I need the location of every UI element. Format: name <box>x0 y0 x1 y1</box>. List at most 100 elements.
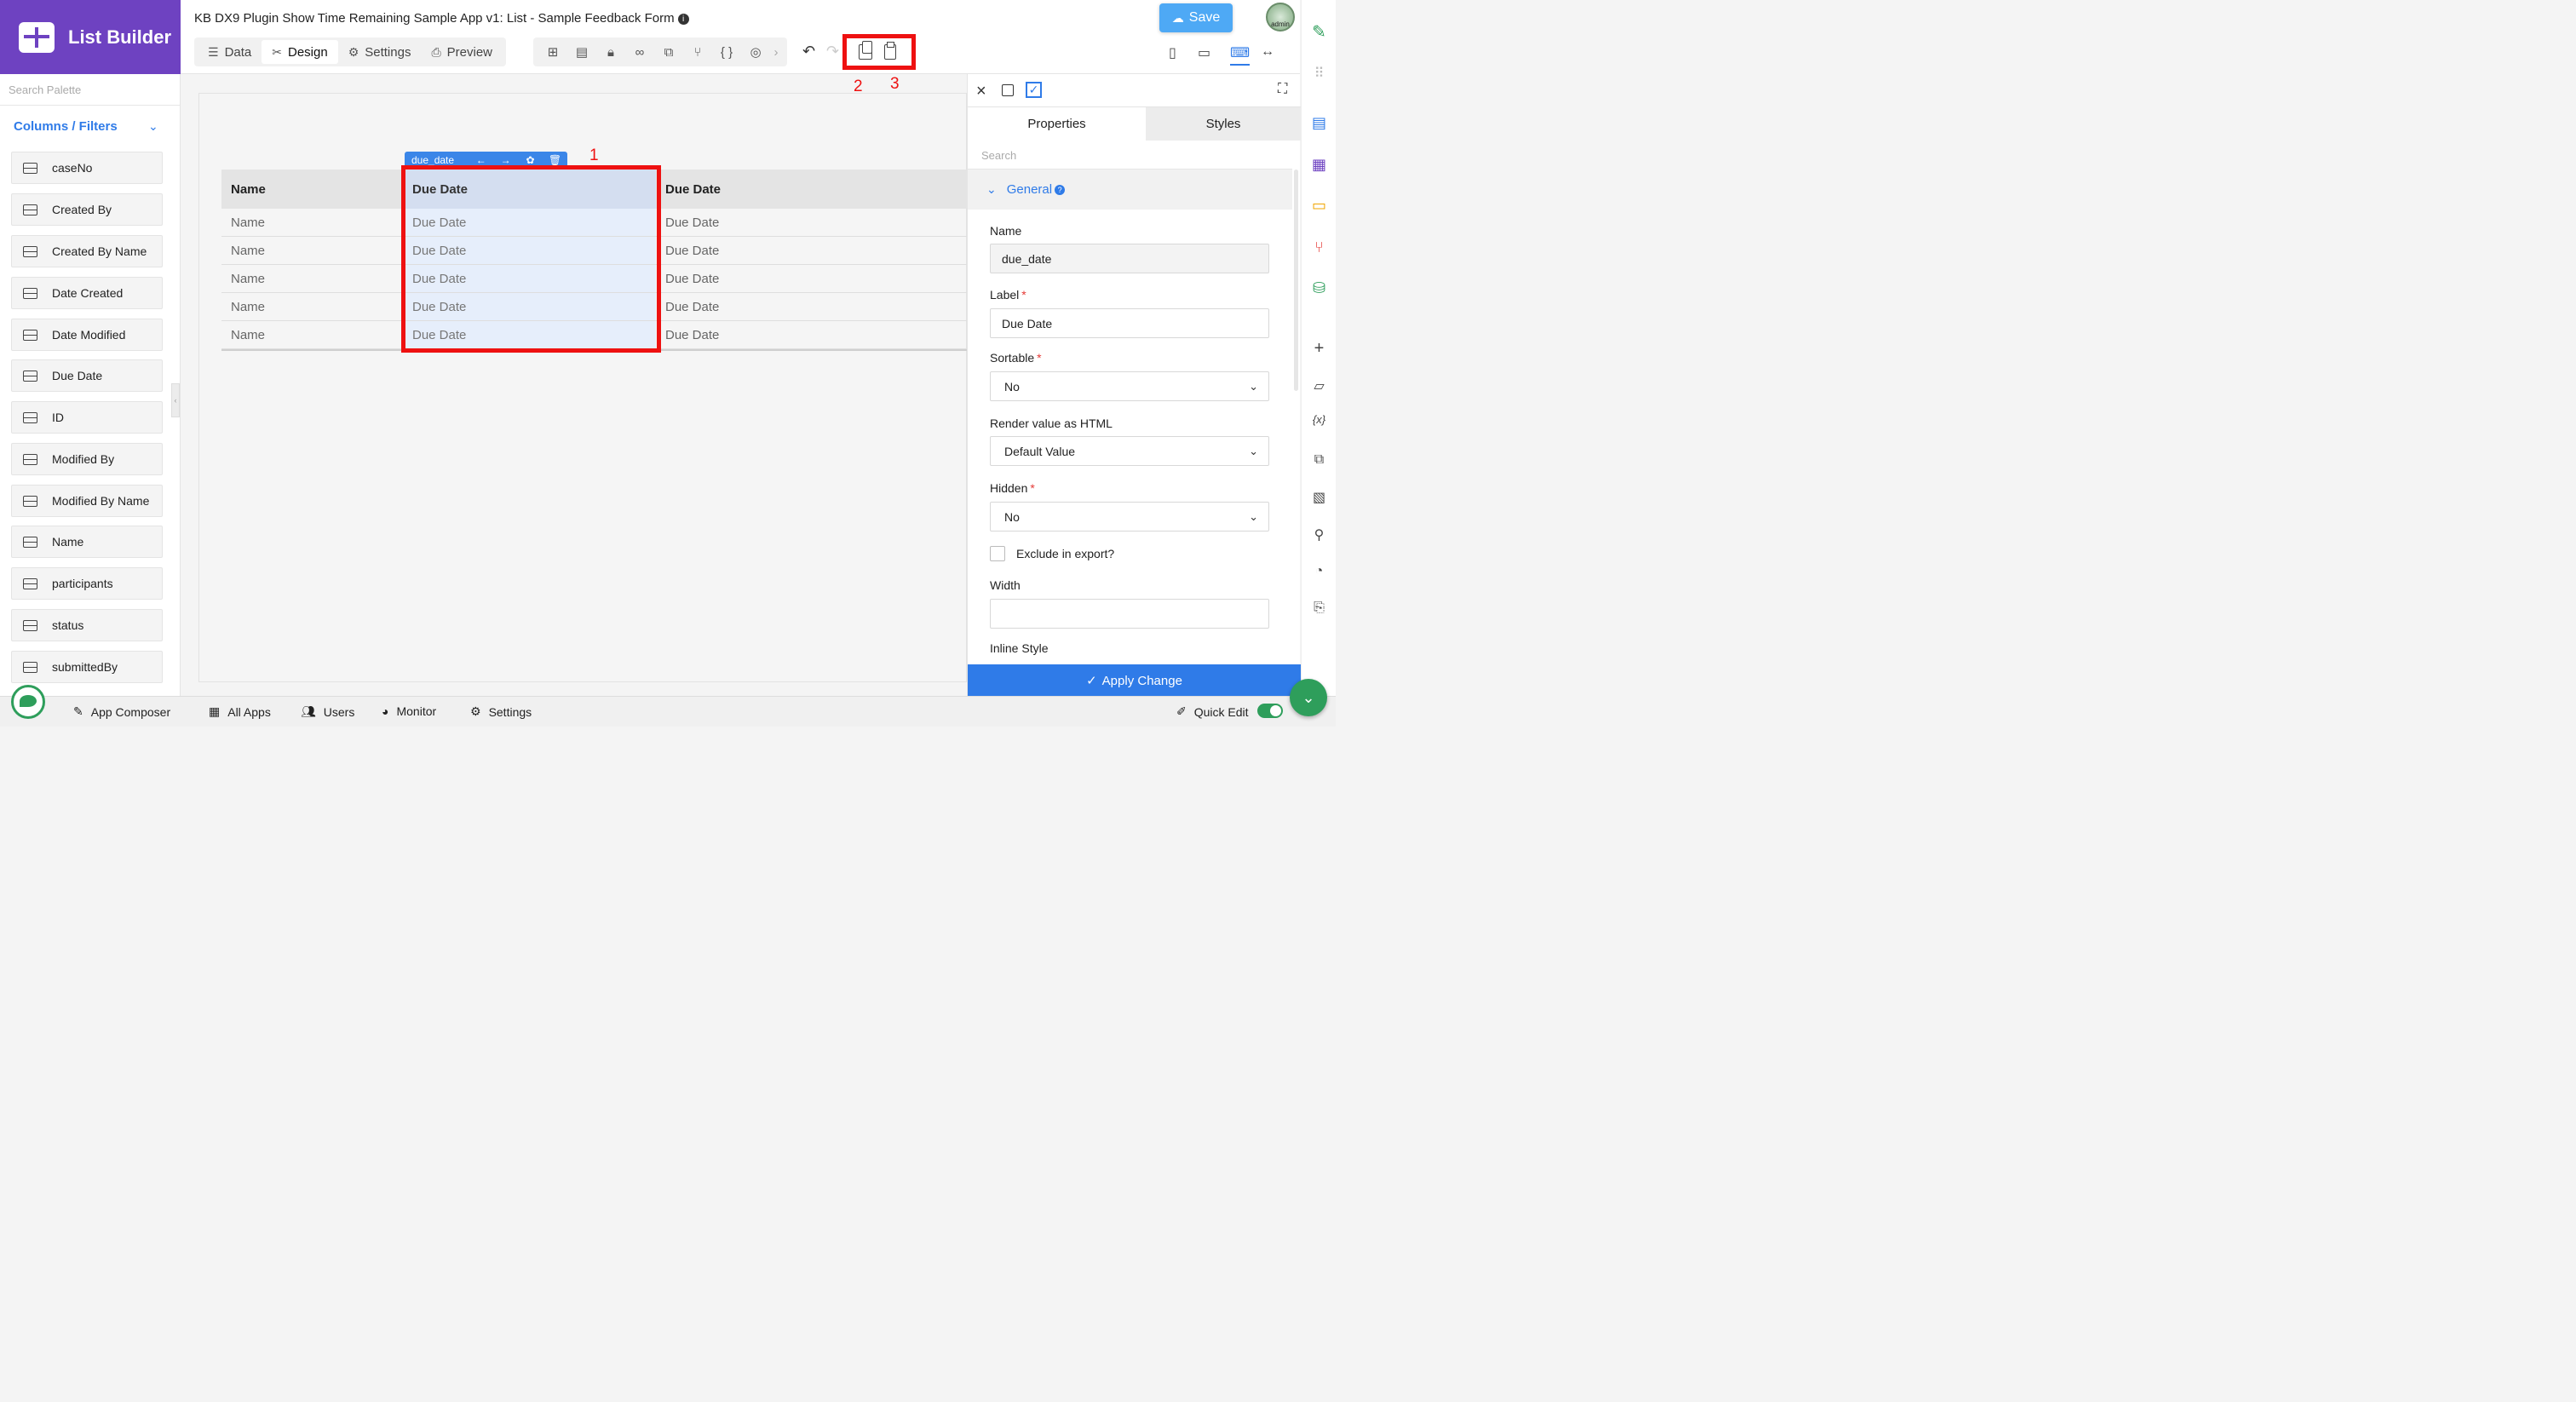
quick-edit-toggle[interactable] <box>1257 704 1283 718</box>
monitor-link[interactable]: ◕ Monitor <box>382 704 436 718</box>
palette-item[interactable]: status <box>11 609 163 641</box>
palette-search-input[interactable]: Search Palette <box>9 83 81 96</box>
table-column[interactable]: Name Name Name Name Name Name <box>221 170 403 349</box>
full-width-icon[interactable]: ↔ <box>1261 44 1274 60</box>
userview-builder-icon[interactable]: ▭ <box>1302 197 1337 215</box>
palette-item[interactable]: Date Modified <box>11 319 163 351</box>
properties-scrollbar[interactable] <box>1294 170 1298 391</box>
delete-icon[interactable]: 🗑︎ <box>543 154 567 166</box>
users-link[interactable]: 👥︎ Users <box>301 704 354 719</box>
camera-icon[interactable]: ◎ <box>741 44 770 60</box>
form-builder-icon[interactable]: ▤ <box>1302 114 1337 132</box>
sortable-select[interactable]: No ⌄ <box>990 371 1269 401</box>
selected-column-highlight <box>401 165 661 353</box>
sitemap-icon[interactable]: ⊞ <box>538 44 567 60</box>
info-icon[interactable]: i <box>677 14 689 25</box>
save-button[interactable]: ☁ Save <box>1159 3 1233 32</box>
code-braces-icon[interactable]: { } <box>712 45 741 60</box>
list-builder-icon[interactable]: ▦ <box>1302 156 1337 174</box>
tab-design[interactable]: ✂ Design <box>262 40 338 64</box>
edit-icon[interactable]: ✎ <box>1302 21 1337 43</box>
column-header[interactable]: Due Date <box>656 170 968 209</box>
apply-change-button[interactable]: ✓ Apply Change <box>968 664 1301 697</box>
tab-properties[interactable]: Properties <box>968 106 1146 141</box>
mobile-view-icon[interactable]: ▯ <box>1169 44 1176 61</box>
plugin-icon[interactable]: ⚲ <box>1302 526 1337 543</box>
copy-icon[interactable] <box>859 41 872 60</box>
palette-item[interactable]: ID <box>11 401 163 434</box>
translate-icon[interactable]: ⧉ <box>654 45 683 60</box>
collapse-palette-handle[interactable]: ‹ <box>171 383 180 417</box>
translate-icon[interactable]: ⧉ <box>1302 452 1337 468</box>
note-icon[interactable]: ▱ <box>1302 377 1337 394</box>
tablet-view-icon[interactable]: ▭ <box>1198 44 1210 61</box>
drag-handle-icon[interactable]: ⠿ <box>1302 65 1337 82</box>
laptop-view-icon[interactable]: ⌨ <box>1230 44 1251 66</box>
palette-item[interactable]: Due Date <box>11 359 163 392</box>
general-section-header[interactable]: ⌄ General ? <box>968 170 1292 210</box>
palette-item[interactable]: participants <box>11 567 163 600</box>
expand-icon[interactable]: ⛶ <box>1278 82 1287 97</box>
variable-icon[interactable]: {x} <box>1302 413 1337 426</box>
report-icon[interactable]: ▧ <box>1302 489 1337 506</box>
redo-icon[interactable]: ↷ <box>826 43 839 60</box>
lock-icon[interactable]: 🔒︎ <box>596 45 625 60</box>
width-field[interactable] <box>990 599 1269 629</box>
process-builder-icon[interactable]: ⑂ <box>1302 238 1337 256</box>
joget-logo-icon[interactable] <box>11 685 45 719</box>
palette-item[interactable]: caseNo <box>11 152 163 184</box>
app-theme-icon[interactable]: ⛁ <box>1302 279 1337 297</box>
chevron-down-icon[interactable]: ⌄ <box>148 119 158 134</box>
label-label: Label * <box>990 288 1026 302</box>
name-field[interactable]: due_date <box>990 244 1269 273</box>
selected-column-name: due_date <box>411 154 455 166</box>
list-view-icon[interactable] <box>1002 84 1014 96</box>
table-cell: Name <box>221 321 403 349</box>
double-chevron-down-icon[interactable]: ⌄ <box>1290 679 1327 716</box>
tab-preview[interactable]: ⎙ Preview <box>421 40 503 64</box>
help-icon[interactable]: ? <box>1055 184 1066 195</box>
checkbox-view-icon[interactable]: ✓ <box>1026 82 1042 98</box>
form-icon[interactable]: ▤ <box>567 44 596 60</box>
palette-item[interactable]: Modified By Name <box>11 485 163 517</box>
hidden-select[interactable]: No ⌄ <box>990 502 1269 531</box>
performance-icon[interactable]: ◔ <box>1302 564 1337 579</box>
gears-icon: ⚙ <box>470 704 481 718</box>
app-composer-link[interactable]: ✎ App Composer <box>73 704 170 719</box>
chevron-right-icon[interactable]: › <box>770 45 782 60</box>
binoculars-icon[interactable]: ∞ <box>625 45 654 60</box>
properties-search-input[interactable]: Search <box>981 149 1016 162</box>
label-field[interactable]: Due Date <box>990 308 1269 338</box>
avatar[interactable]: admin <box>1266 3 1295 32</box>
close-icon[interactable]: × <box>976 82 986 101</box>
export-icon[interactable]: ⎘ <box>1302 600 1337 616</box>
palette-item[interactable]: Modified By <box>11 443 163 475</box>
palette-item[interactable]: Created By <box>11 193 163 226</box>
table-cell: Due Date <box>656 209 968 237</box>
palette-style-icon[interactable]: ✿ <box>518 154 543 166</box>
palette-item[interactable]: submittedBy <box>11 651 163 683</box>
palette-section-title[interactable]: Columns / Filters <box>14 119 118 134</box>
all-apps-link[interactable]: ▦ All Apps <box>209 704 271 719</box>
tab-settings[interactable]: ⚙ Settings <box>338 40 422 64</box>
column-header[interactable]: Name <box>221 170 403 209</box>
design-canvas: Name Name Name Name Name Name Due Date D… <box>198 93 968 682</box>
move-left-icon[interactable]: ← <box>469 154 493 166</box>
properties-panel: × ✓ ⛶ Properties Styles Search ⌄ General… <box>967 74 1301 697</box>
palette-item[interactable]: Date Created <box>11 277 163 309</box>
tab-data[interactable]: ☰ Data <box>198 40 262 64</box>
render-html-select[interactable]: Default Value ⌄ <box>990 436 1269 466</box>
table-column[interactable]: Due Date Due Date Due Date Due Date Due … <box>656 170 968 349</box>
app-brand: List Builder <box>0 0 181 74</box>
branch-icon[interactable]: ⑂ <box>683 45 712 60</box>
exclude-export-checkbox[interactable] <box>990 546 1005 561</box>
move-right-icon[interactable]: → <box>493 154 518 166</box>
table-icon: ☰ <box>208 44 219 59</box>
palette-item[interactable]: Created By Name <box>11 235 163 267</box>
add-icon[interactable]: + <box>1302 339 1337 359</box>
tab-styles[interactable]: Styles <box>1146 106 1301 141</box>
paste-icon[interactable] <box>884 42 896 60</box>
undo-icon[interactable]: ↶ <box>802 43 815 60</box>
palette-item[interactable]: Name <box>11 526 163 558</box>
settings-link[interactable]: ⚙ Settings <box>470 704 532 719</box>
